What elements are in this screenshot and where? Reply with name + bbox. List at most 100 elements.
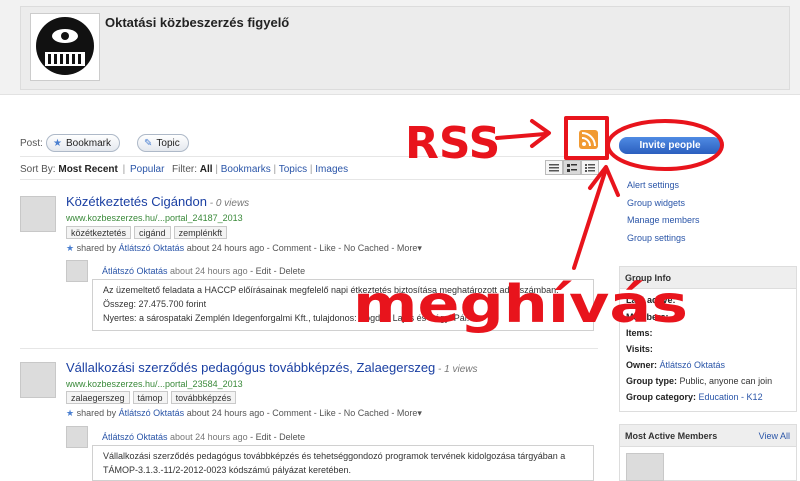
filter-bookmarks[interactable]: Bookmarks	[221, 164, 271, 175]
active-members-header: Most Active Members View All	[620, 425, 796, 447]
author-link[interactable]: Átlátszó Oktatás	[119, 243, 185, 253]
filter-topics[interactable]: Topics	[279, 164, 307, 175]
comment-author[interactable]: Átlátszó Oktatás	[102, 266, 168, 276]
item-actions[interactable]: - Comment - Like - No Cached - More	[267, 243, 418, 253]
chevron-down-icon[interactable]: ▾	[417, 408, 422, 418]
comment-time: about 24 hours ago	[170, 432, 248, 442]
info-label: Group type:	[626, 376, 677, 386]
list-view-icon[interactable]	[545, 160, 563, 175]
comment-box: Az üzemeltető feladata a HACCP előírásai…	[92, 279, 594, 331]
filter-bar: Filter: All | Bookmarks | Topics | Image…	[172, 164, 348, 175]
category-link[interactable]: Education - K12	[699, 392, 763, 402]
tag[interactable]: zemplénkft	[173, 226, 228, 239]
group-header-panel: Oktatási közbeszerzés figyelő	[20, 6, 790, 90]
item-url[interactable]: www.kozbeszerzes.hu/...portal_24187_2013	[66, 213, 243, 223]
group-info-panel: Group Info Last active: Members: Items: …	[619, 266, 797, 412]
info-last-active: Last active:	[626, 295, 676, 305]
chevron-down-icon[interactable]: ▾	[417, 243, 422, 253]
manage-members-link[interactable]: Manage members	[627, 212, 700, 230]
active-members-panel: Most Active Members View All	[619, 424, 797, 481]
filter-label: Filter:	[172, 164, 197, 175]
post-label: Post:	[20, 138, 43, 149]
comment-avatar[interactable]	[66, 260, 88, 282]
item-tags: zalaegerszeg támop továbbképzés	[66, 391, 237, 404]
bookmark-button[interactable]: ★ Bookmark	[46, 134, 120, 152]
comment-line: Az üzemeltető feladata a HACCP előírásai…	[103, 285, 559, 295]
item-title[interactable]: Közétkeztetés Cigándon	[66, 194, 207, 209]
rss-annotation-text: RSS	[405, 118, 500, 169]
info-group-type: Group type: Public, anyone can join	[626, 376, 772, 386]
item-time: about 24 hours ago	[186, 243, 265, 253]
share-icon: ★	[66, 243, 75, 253]
arrow-to-invite	[572, 170, 607, 270]
group-type-value: Public, anyone can join	[679, 376, 773, 386]
topic-button-label: Topic	[156, 137, 180, 149]
item-url[interactable]: www.kozbeszerzes.hu/...portal_23584_2013	[66, 379, 243, 389]
sort-bar: Sort By: Most Recent | Popular	[20, 164, 164, 175]
invite-people-button[interactable]: Invite people	[619, 137, 721, 154]
active-members-title: Most Active Members	[625, 430, 718, 441]
owner-link[interactable]: Átlátszó Oktatás	[660, 360, 726, 370]
info-members: Members:	[626, 312, 669, 322]
filter-separator: |	[309, 164, 313, 175]
sort-most-recent[interactable]: Most Recent	[58, 164, 117, 175]
item-actions[interactable]: - Comment - Like - No Cached - More	[267, 408, 418, 418]
info-label: Last active:	[626, 295, 676, 305]
comment-actions[interactable]: - Edit - Delete	[250, 432, 305, 442]
tag[interactable]: támop	[132, 391, 168, 404]
author-link[interactable]: Átlátszó Oktatás	[119, 408, 185, 418]
info-label: Items:	[626, 328, 653, 338]
group-settings-link[interactable]: Group settings	[627, 230, 700, 248]
compact-view-icon[interactable]	[581, 160, 599, 175]
tag[interactable]: zalaegerszeg	[66, 391, 130, 404]
item-view-count: - 1 views	[435, 364, 478, 375]
view-mode-switcher	[545, 160, 599, 175]
member-avatar[interactable]	[626, 453, 664, 481]
filter-all[interactable]: All	[200, 164, 213, 175]
info-owner: Owner: Átlátszó Oktatás	[626, 360, 725, 370]
info-items: Items:	[626, 328, 653, 338]
comment-actions[interactable]: - Edit - Delete	[250, 266, 305, 276]
group-widgets-link[interactable]: Group widgets	[627, 195, 700, 213]
comment-body: Az üzemeltető feladata a HACCP előírásai…	[103, 283, 559, 325]
filter-images[interactable]: Images	[315, 164, 348, 175]
comment-header: Átlátszó Oktatás about 24 hours ago - Ed…	[102, 266, 305, 276]
item-time: about 24 hours ago	[186, 408, 265, 418]
item-title-link[interactable]: Vállalkozási szerződés pedagógus továbbk…	[66, 360, 478, 375]
rss-feed-glyph-icon	[581, 132, 596, 147]
comment-avatar[interactable]	[66, 426, 88, 448]
comment-line: TÁMOP-3.1.3.-11/2-2012-0023 kódszámú pál…	[103, 465, 351, 475]
view-all-link[interactable]: View All	[759, 431, 790, 441]
comment-time: about 24 hours ago	[170, 266, 248, 276]
group-info-title: Group Info	[620, 267, 796, 289]
comment-line: Nyertes: a sárospataki Zemplén Idegenfor…	[103, 313, 470, 323]
sort-popular[interactable]: Popular	[130, 164, 164, 175]
item-title[interactable]: Vállalkozási szerződés pedagógus továbbk…	[66, 360, 435, 375]
shared-by-label: shared by	[76, 243, 117, 253]
sort-separator: |	[122, 164, 126, 175]
info-label: Owner:	[626, 360, 658, 370]
tag[interactable]: közétkeztetés	[66, 226, 132, 239]
info-label: Members:	[626, 312, 669, 322]
filter-separator: |	[273, 164, 277, 175]
alert-settings-link[interactable]: Alert settings	[627, 177, 700, 195]
comment-box: Vállalkozási szerződés pedagógus továbbk…	[92, 445, 594, 481]
group-logo[interactable]	[30, 13, 100, 81]
eye-seal-logo-icon	[36, 17, 94, 75]
comment-line: Vállalkozási szerződés pedagógus továbbk…	[103, 451, 566, 461]
item-tags: közétkeztetés cigánd zemplénkft	[66, 226, 228, 239]
info-label: Group category:	[626, 392, 697, 402]
comment-author[interactable]: Átlátszó Oktatás	[102, 432, 168, 442]
item-thumbnail[interactable]	[20, 196, 56, 232]
tag[interactable]: cigánd	[134, 226, 171, 239]
group-info-heading: Group Info	[625, 272, 671, 283]
sort-label: Sort By:	[20, 164, 56, 175]
item-title-link[interactable]: Közétkeztetés Cigándon - 0 views	[66, 194, 249, 209]
rss-feed-icon[interactable]	[579, 130, 598, 149]
detail-view-icon[interactable]	[563, 160, 581, 175]
divider	[20, 179, 598, 180]
arrow-to-rss	[495, 132, 547, 140]
topic-button[interactable]: ✎ Topic	[137, 134, 189, 152]
item-thumbnail[interactable]	[20, 362, 56, 398]
tag[interactable]: továbbképzés	[170, 391, 237, 404]
